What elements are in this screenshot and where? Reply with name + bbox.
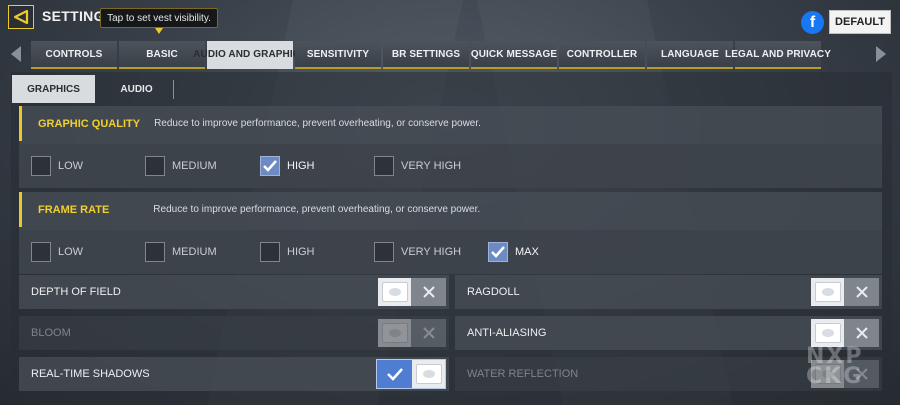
tab-controller[interactable]: CONTROLLER (559, 41, 645, 69)
default-button[interactable]: DEFAULT (829, 10, 891, 34)
checkbox-checked[interactable] (260, 156, 280, 176)
frame-rate-section: FRAME RATE Reduce to improve performance… (19, 192, 882, 274)
option-label: LOW (58, 246, 84, 258)
frame-rate-high-option[interactable]: HIGH (260, 242, 315, 262)
tab-br-settings[interactable]: BR SETTINGS (383, 41, 469, 69)
option-label: HIGH (287, 246, 315, 258)
tab-legal-and-privacy[interactable]: LEGAL AND PRIVACY (725, 41, 831, 69)
real-time-shadows-row: REAL-TIME SHADOWS (19, 357, 449, 391)
option-label: MAX (515, 246, 539, 258)
anti-aliasing-label: ANTI-ALIASING (467, 327, 547, 339)
frame-rate-medium-option[interactable]: MEDIUM (145, 242, 217, 262)
frame-rate-description: Reduce to improve performance, prevent o… (153, 204, 481, 215)
option-label: LOW (58, 160, 84, 172)
depth-of-field-toggle[interactable] (378, 278, 446, 306)
checkbox[interactable] (145, 156, 165, 176)
bloom-row: BLOOM (19, 316, 449, 350)
close-icon (844, 278, 879, 306)
graphic-quality-medium-option[interactable]: MEDIUM (145, 156, 217, 176)
close-icon (411, 278, 446, 306)
checkbox[interactable] (145, 242, 165, 262)
subtab-audio[interactable]: AUDIO (95, 75, 178, 103)
tab-scroll-right-icon[interactable] (876, 46, 886, 62)
subtab-graphics[interactable]: GRAPHICS (12, 75, 95, 103)
bloom-label: BLOOM (31, 327, 71, 339)
ragdoll-toggle[interactable] (811, 278, 879, 306)
depth-of-field-label: DEPTH OF FIELD (31, 286, 121, 298)
checkbox[interactable] (31, 156, 51, 176)
anti-aliasing-toggle[interactable] (811, 319, 879, 347)
close-icon (844, 319, 879, 347)
toggle-knob (378, 319, 411, 347)
checkbox[interactable] (374, 242, 394, 262)
frame-rate-very-high-option[interactable]: VERY HIGH (374, 242, 461, 262)
graphic-quality-high-option[interactable]: HIGH (260, 156, 315, 176)
back-button[interactable] (8, 5, 34, 29)
real-time-shadows-label: REAL-TIME SHADOWS (31, 368, 150, 380)
tab-audio-and-graphics[interactable]: AUDIO AND GRAPHICS (193, 41, 307, 69)
checkmark-icon (491, 246, 505, 258)
tab-basic[interactable]: BASIC (119, 41, 205, 69)
tooltip-pointer-icon (155, 28, 163, 34)
frame-rate-low-option[interactable]: LOW (31, 242, 83, 262)
graphic-quality-description: Reduce to improve performance, prevent o… (154, 118, 481, 129)
ragdoll-label: RAGDOLL (467, 286, 520, 298)
frame-rate-max-option[interactable]: MAX (488, 242, 539, 262)
option-label: MEDIUM (172, 246, 217, 258)
settings-tab-bar: CONTROLS BASIC AUDIO AND GRAPHICS SENSIT… (31, 41, 831, 69)
subtab-divider (173, 80, 174, 99)
option-label: MEDIUM (172, 160, 217, 172)
depth-of-field-row: DEPTH OF FIELD (19, 275, 449, 309)
option-label: VERY HIGH (401, 160, 462, 172)
real-time-shadows-toggle[interactable] (376, 359, 446, 389)
checkmark-icon (377, 360, 412, 388)
tab-controls[interactable]: CONTROLS (31, 41, 117, 69)
facebook-icon[interactable]: f (801, 11, 824, 34)
frame-rate-title: FRAME RATE (38, 203, 110, 216)
checkmark-icon (263, 160, 277, 172)
water-reflection-label: WATER REFLECTION (467, 368, 579, 380)
bloom-toggle (378, 319, 446, 347)
toggle-knob (811, 319, 844, 347)
vest-visibility-tooltip[interactable]: Tap to set vest visibility. (100, 8, 218, 28)
watermark-logo: NXP CKG (806, 344, 864, 389)
graphic-quality-low-option[interactable]: LOW (31, 156, 83, 176)
frame-rate-header: FRAME RATE Reduce to improve performance… (19, 192, 882, 227)
option-label: HIGH (287, 160, 315, 172)
tab-quick-message[interactable]: QUICK MESSAGE (471, 41, 557, 69)
graphic-quality-very-high-option[interactable]: VERY HIGH (374, 156, 461, 176)
graphic-quality-section: GRAPHIC QUALITY Reduce to improve perfor… (19, 106, 882, 188)
checkbox[interactable] (374, 156, 394, 176)
graphic-quality-title: GRAPHIC QUALITY (38, 117, 141, 130)
close-icon (411, 319, 446, 347)
tab-scroll-left-icon[interactable] (11, 46, 21, 62)
graphic-quality-header: GRAPHIC QUALITY Reduce to improve perfor… (19, 106, 882, 141)
ragdoll-row: RAGDOLL (455, 275, 882, 309)
back-arrow-icon (13, 9, 29, 25)
graphic-quality-options: LOW MEDIUM HIGH VERY HIGH (19, 144, 882, 188)
checkbox[interactable] (260, 242, 280, 262)
frame-rate-options: LOW MEDIUM HIGH VERY HIGH MAX (19, 230, 882, 274)
toggle-knob (412, 360, 445, 388)
tab-sensitivity[interactable]: SENSITIVITY (295, 41, 381, 69)
tab-language[interactable]: LANGUAGE (647, 41, 733, 69)
checkbox-checked[interactable] (488, 242, 508, 262)
subtab-bar: GRAPHICS AUDIO (12, 75, 178, 103)
option-label: VERY HIGH (401, 246, 462, 258)
checkbox[interactable] (31, 242, 51, 262)
toggle-knob (378, 278, 411, 306)
toggle-knob (811, 278, 844, 306)
